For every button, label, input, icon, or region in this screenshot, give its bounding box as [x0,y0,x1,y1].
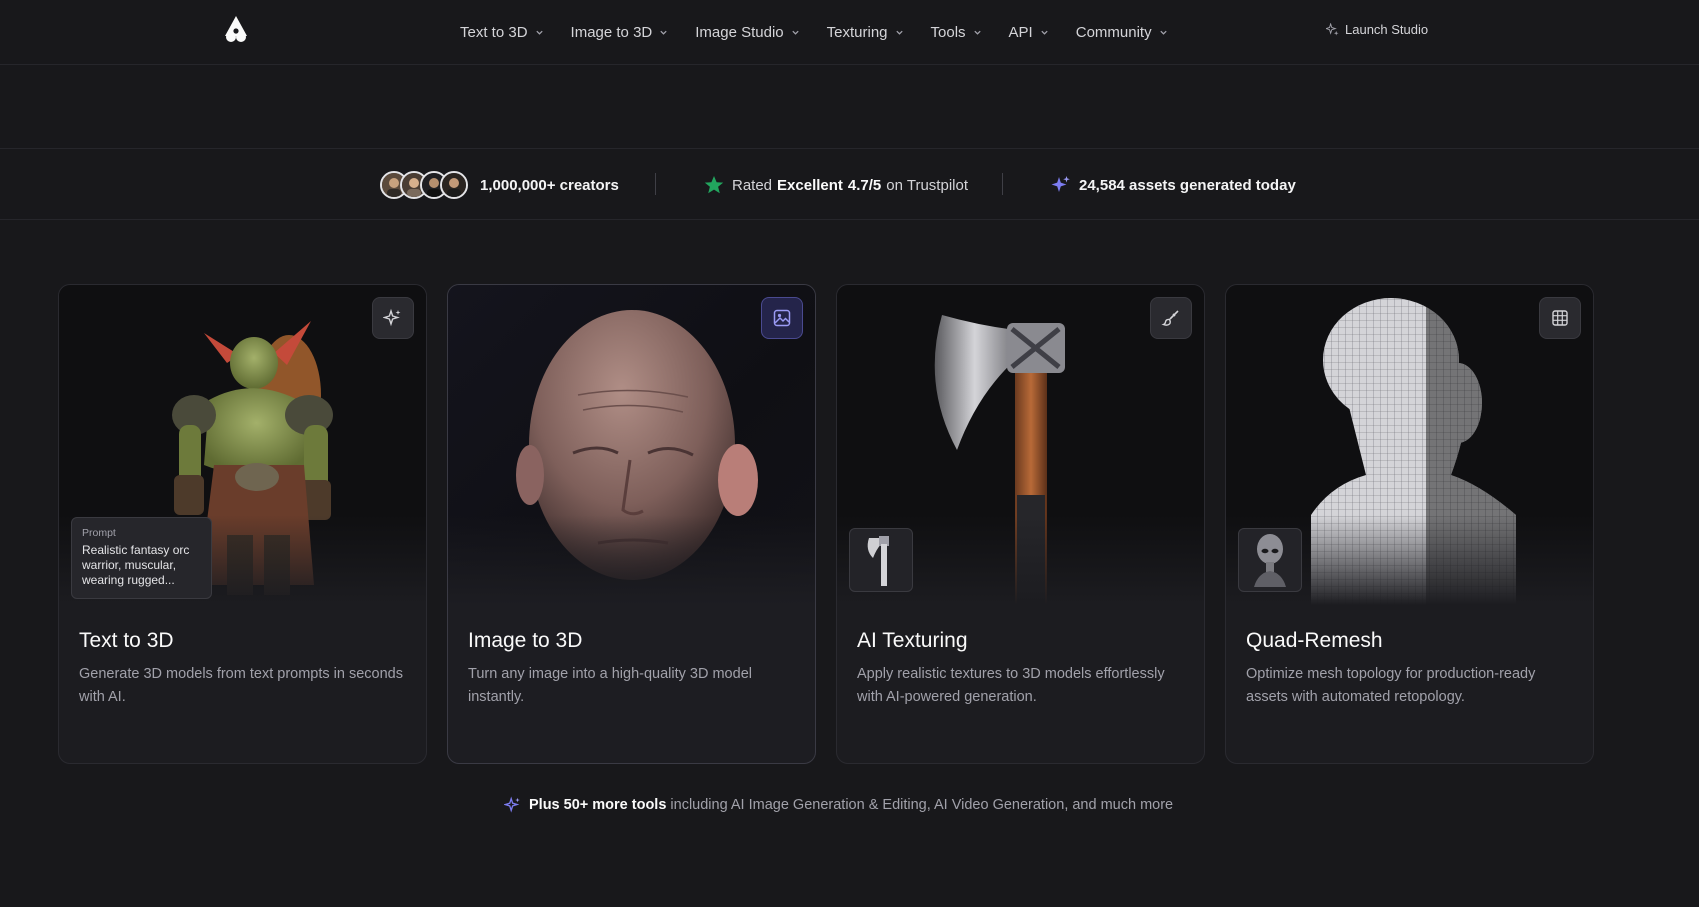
launch-studio-label: Launch Studio [1345,22,1429,37]
image-icon [773,309,791,327]
creator-avatars [380,171,468,199]
assets-stat: 24,584 assets generated today [1051,149,1296,221]
textured-axe-preview [837,285,1204,605]
rating-suffix: on Trustpilot [886,176,968,194]
chevron-down-icon [791,30,799,35]
nav-community[interactable]: Community [1076,20,1168,44]
media-fade [448,515,815,605]
prompt-text: Realistic fantasy orc warrior, muscular,… [82,543,190,587]
stat-divider [655,173,656,195]
nav-label: Community [1075,23,1152,41]
top-header: Text to 3D Image to 3D Image Studio Text… [0,0,1699,65]
creators-count: 1,000,000+ creators [480,176,619,194]
star-icon [704,176,724,194]
card-description: Apply realistic textures to 3D models ef… [857,666,1165,705]
nav-label: Texturing [826,23,888,41]
chevron-down-icon [660,30,667,35]
brand-logo-icon[interactable] [222,14,250,44]
launch-studio-button[interactable]: Launch Studio [1326,22,1428,37]
image-button[interactable] [761,297,803,339]
chevron-down-icon [1159,30,1167,35]
nav-texturing[interactable]: Texturing [827,20,904,44]
paintbrush-icon [1161,310,1179,326]
chevron-down-icon [535,30,543,35]
axe-thumbnail-image [867,536,889,586]
more-tools-note: Plus 50+ more tools including AI Image G… [504,796,1173,814]
nav-label: Image Studio [695,23,784,41]
nav-text-to-3d[interactable]: Text to 3D [460,20,544,44]
sparkles-button[interactable] [372,297,414,339]
card-image-to-3d[interactable]: Image to 3D Turn any image into a high-q… [447,284,816,764]
card-text-to-3d[interactable]: Prompt Realistic fantasy orc warrior, mu… [58,284,427,764]
assets-count: 24,584 assets generated today [1079,176,1296,194]
prompt-box: Prompt Realistic fantasy orc warrior, mu… [71,517,212,599]
sparkles-icon [504,796,520,813]
card-title: Image to 3D [468,629,583,652]
stat-divider [1002,173,1003,195]
nav-image-to-3d[interactable]: Image to 3D [571,20,669,44]
nav-label: API [1008,23,1033,41]
card-ai-texturing[interactable]: AI Texturing Apply realistic textures to… [836,284,1205,764]
trustpilot-stat[interactable]: Rated Excellent 4.7/5 on Trustpilot [704,149,968,221]
chevron-down-icon [973,30,981,35]
nav-label: Tools [930,23,966,41]
rating-score: 4.7/5 [847,176,882,194]
card-description: Turn any image into a high-quality 3D mo… [468,666,752,705]
stats-bar: 1,000,000+ creators Rated Excellent 4.7/… [0,148,1699,220]
card-description: Generate 3D models from text prompts in … [79,666,403,705]
chevron-down-icon [1041,30,1048,35]
card-description: Optimize mesh topology for production-re… [1246,666,1536,705]
prompt-label: Prompt [82,527,116,539]
grid-button[interactable] [1539,297,1581,339]
main-nav: Text to 3D Image to 3D Image Studio Text… [460,20,1195,44]
card-title: Quad-Remesh [1246,629,1383,652]
sparkles-icon [1051,176,1070,192]
avatar [440,171,468,199]
orc-warrior-preview: Prompt Realistic fantasy orc warrior, mu… [59,285,426,605]
nav-label: Image to 3D [570,23,653,41]
nav-tools[interactable]: Tools [931,20,982,44]
untextured-axe-thumbnail[interactable] [849,528,913,592]
head-sculpt-preview [448,285,815,605]
card-title: AI Texturing [857,629,968,652]
nav-image-studio[interactable]: Image Studio [695,20,799,44]
paintbrush-button[interactable] [1150,297,1192,339]
nav-label: Text to 3D [460,23,528,41]
nav-api[interactable]: API [1009,20,1049,44]
chevron-down-icon [895,30,903,35]
card-quad-remesh[interactable]: Quad-Remesh Optimize mesh topology for p… [1225,284,1594,764]
creators-stat: 1,000,000+ creators [380,149,619,221]
alien-bust-thumbnail[interactable] [1238,528,1302,592]
alien-thumbnail-image [1254,534,1286,587]
sparkles-icon [1326,23,1339,36]
grid-icon [1552,310,1568,326]
rating-prefix: Rated [732,176,773,194]
card-title: Text to 3D [79,629,174,652]
rating-word: Excellent [777,176,843,194]
more-tools-rest: including AI Image Generation & Editing,… [670,797,1174,813]
more-tools-bold: Plus 50+ more tools [529,797,667,813]
sparkles-icon [383,308,401,327]
wireframe-bust-preview [1226,285,1593,605]
